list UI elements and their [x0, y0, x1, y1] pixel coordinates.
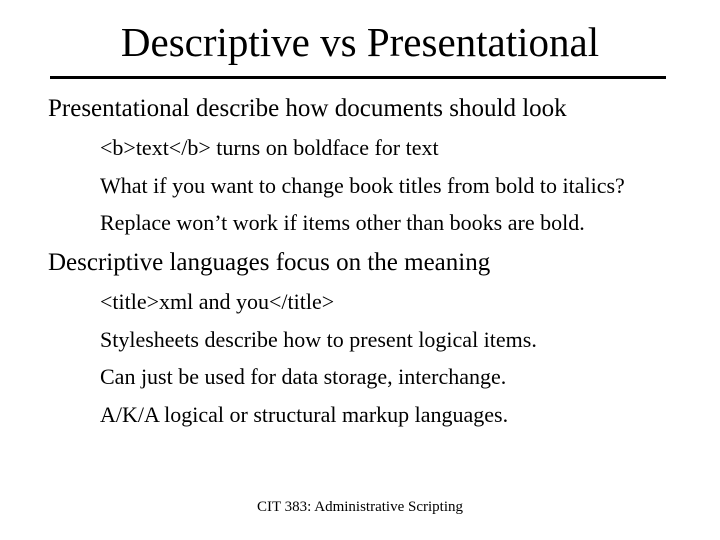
section-heading-2: Descriptive languages focus on the meani…	[48, 247, 680, 278]
slide-title: Descriptive vs Presentational	[0, 0, 720, 72]
bullet-item: Stylesheets describe how to present logi…	[100, 326, 690, 354]
slide-footer: CIT 383: Administrative Scripting	[0, 499, 720, 516]
section-heading-1: Presentational describe how documents sh…	[48, 93, 680, 124]
bullet-item: Replace won’t work if items other than b…	[100, 209, 690, 237]
bullet-item: <title>xml and you</title>	[100, 288, 690, 316]
bullet-item: What if you want to change book titles f…	[100, 172, 690, 200]
slide: Descriptive vs Presentational Presentati…	[0, 0, 720, 540]
bullet-item: <b>text</b> turns on boldface for text	[100, 134, 690, 162]
title-underline	[50, 76, 666, 79]
bullet-item: Can just be used for data storage, inter…	[100, 363, 690, 391]
bullet-item: A/K/A logical or structural markup langu…	[100, 401, 690, 429]
